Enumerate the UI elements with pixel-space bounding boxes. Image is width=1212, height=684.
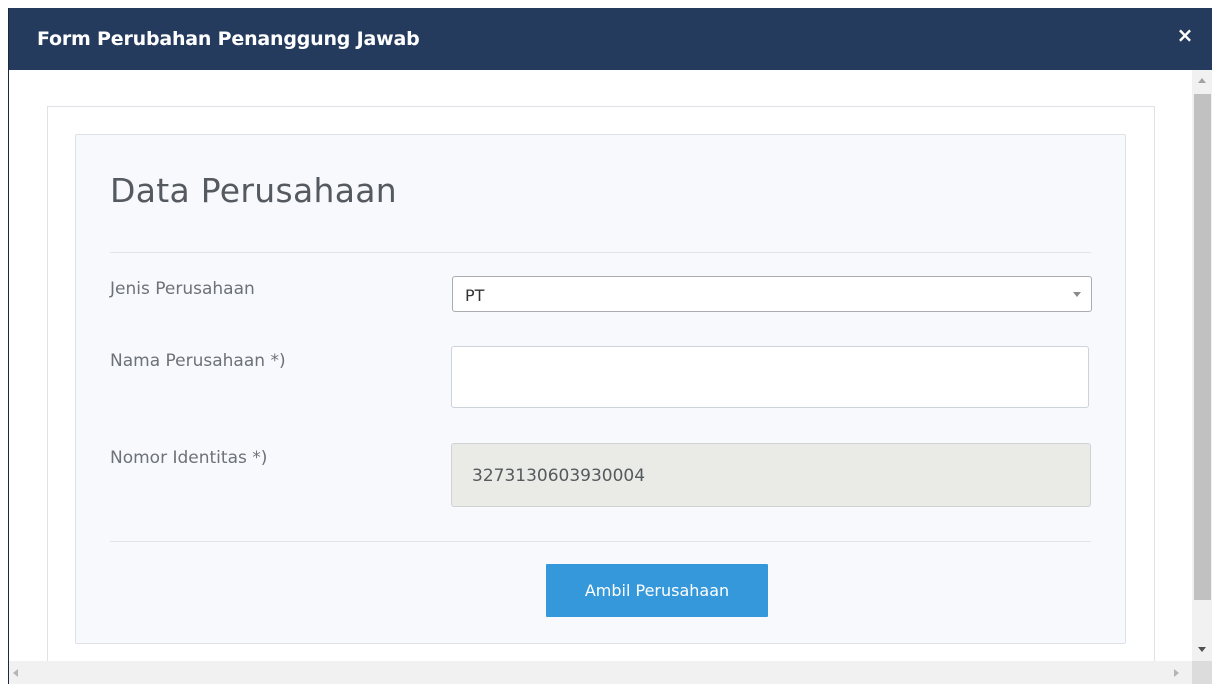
nomor-identitas-field: 3273130603930004 xyxy=(451,443,1091,507)
jenis-perusahaan-label: Jenis Perusahaan xyxy=(110,279,255,299)
section-title: Data Perusahaan xyxy=(110,171,397,210)
nama-perusahaan-label: Nama Perusahaan *) xyxy=(110,351,286,371)
modal-body: Data Perusahaan Jenis Perusahaan PT Nama… xyxy=(9,70,1192,661)
chevron-down-icon xyxy=(1073,292,1081,297)
scrollbar-corner xyxy=(1192,661,1212,684)
vertical-scroll-thumb[interactable] xyxy=(1194,94,1211,600)
vertical-scrollbar[interactable] xyxy=(1192,70,1212,661)
nomor-identitas-value: 3273130603930004 xyxy=(472,466,646,486)
divider-bottom xyxy=(110,541,1091,542)
outer-panel: Data Perusahaan Jenis Perusahaan PT Nama… xyxy=(47,106,1155,661)
nama-perusahaan-input[interactable] xyxy=(451,346,1089,408)
scroll-left-icon[interactable] xyxy=(13,669,18,677)
modal-title: Form Perubahan Penanggung Jawab xyxy=(37,28,420,50)
nomor-identitas-label: Nomor Identitas *) xyxy=(110,448,268,468)
scroll-up-icon[interactable] xyxy=(1198,78,1206,83)
close-icon[interactable]: × xyxy=(1175,23,1195,47)
scroll-right-icon[interactable] xyxy=(1174,669,1179,677)
divider-top xyxy=(110,252,1091,253)
jenis-perusahaan-select[interactable]: PT xyxy=(452,276,1092,312)
jenis-perusahaan-selected: PT xyxy=(465,286,485,305)
horizontal-scrollbar[interactable] xyxy=(9,661,1192,684)
scroll-down-icon[interactable] xyxy=(1198,647,1206,652)
company-data-panel: Data Perusahaan Jenis Perusahaan PT Nama… xyxy=(75,134,1126,644)
modal-dialog: Form Perubahan Penanggung Jawab × Data P… xyxy=(8,8,1212,684)
modal-header: Form Perubahan Penanggung Jawab × xyxy=(9,8,1212,70)
ambil-perusahaan-button[interactable]: Ambil Perusahaan xyxy=(546,564,768,617)
